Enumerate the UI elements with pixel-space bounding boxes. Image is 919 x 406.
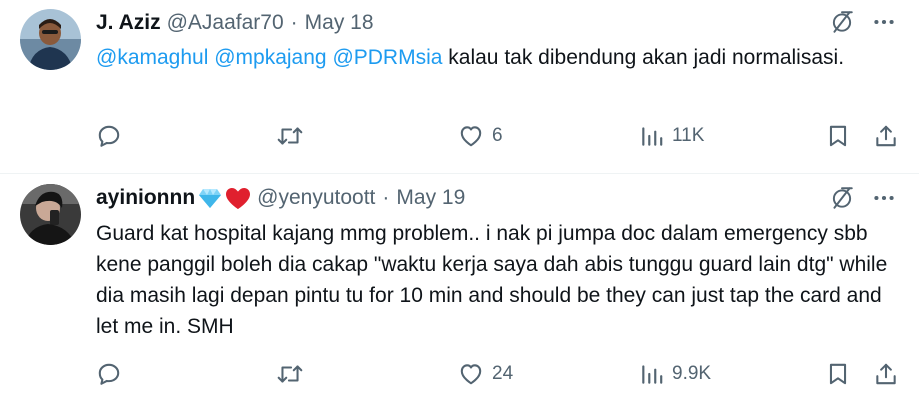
share-button[interactable] [873, 359, 899, 389]
more-icon[interactable] [871, 9, 897, 35]
tweet-top-actions [829, 185, 897, 211]
mention-link[interactable]: @PDRMsia [332, 46, 442, 69]
tweet-actions: 6 11K [0, 121, 919, 151]
mention-link[interactable]: @kamaghul [96, 46, 208, 69]
retweet-button[interactable] [276, 121, 304, 151]
share-button[interactable] [873, 121, 899, 151]
tweet-top-actions [829, 9, 897, 35]
retweet-icon [276, 361, 304, 387]
like-icon [458, 361, 484, 387]
mention-link[interactable]: @mpkajang [214, 46, 326, 69]
retweet-icon [276, 123, 304, 149]
red-heart-emoji [225, 187, 251, 210]
like-count: 6 [492, 125, 503, 146]
user-handle[interactable]: @yenyutoott [257, 186, 375, 210]
tweet-body: Guard kat hospital kajang mmg problem.. … [96, 222, 888, 338]
more-icon[interactable] [871, 185, 897, 211]
views-button[interactable]: 9.9K [640, 359, 711, 389]
bookmark-button[interactable] [825, 121, 851, 151]
tweet-header: J. Aziz @AJaafar70 · May 18 [96, 8, 374, 38]
mute-icon[interactable] [829, 185, 855, 211]
tweet-feed: J. Aziz @AJaafar70 · May 18 @kamaghul @m [0, 0, 919, 406]
views-icon [640, 361, 664, 387]
separator-dot: · [382, 186, 390, 209]
like-button[interactable]: 24 [458, 359, 513, 389]
bookmark-icon [825, 123, 851, 149]
view-count: 9.9K [672, 363, 712, 384]
tweet[interactable]: J. Aziz @AJaafar70 · May 18 @kamaghul @m [0, 0, 919, 174]
tweet-text: Guard kat hospital kajang mmg problem.. … [96, 218, 889, 342]
retweet-button[interactable] [276, 359, 304, 389]
gem-emoji [198, 187, 222, 209]
tweet-date[interactable]: May 18 [305, 11, 374, 35]
bookmark-button[interactable] [825, 359, 851, 389]
reply-button[interactable] [96, 121, 122, 151]
view-count: 11K [672, 125, 705, 146]
like-count: 24 [492, 363, 514, 384]
like-icon [458, 123, 484, 149]
avatar[interactable] [20, 9, 81, 70]
like-button[interactable]: 6 [458, 121, 503, 151]
avatar[interactable] [20, 184, 81, 245]
mute-icon[interactable] [829, 9, 855, 35]
tweet-text: @kamaghul @mpkajang @PDRMsia kalau tak d… [96, 42, 889, 73]
separator-dot: · [290, 11, 298, 34]
user-handle[interactable]: @AJaafar70 [167, 11, 284, 35]
tweet-date[interactable]: May 19 [396, 186, 465, 210]
reply-icon [96, 361, 122, 387]
tweet-body: kalau tak dibendung akan jadi normalisas… [448, 46, 845, 69]
share-icon [873, 361, 899, 387]
tweet[interactable]: ayinionnn @yenyutoott · May 19 Guard kat… [0, 174, 919, 406]
views-icon [640, 123, 664, 149]
views-button[interactable]: 11K [640, 121, 704, 151]
tweet-actions: 24 9.9K [0, 359, 919, 389]
display-name[interactable]: J. Aziz [96, 11, 161, 35]
display-name[interactable]: ayinionnn [96, 186, 195, 210]
bookmark-icon [825, 361, 851, 387]
reply-button[interactable] [96, 359, 122, 389]
share-icon [873, 123, 899, 149]
tweet-header: ayinionnn @yenyutoott · May 19 [96, 183, 465, 213]
reply-icon [96, 123, 122, 149]
